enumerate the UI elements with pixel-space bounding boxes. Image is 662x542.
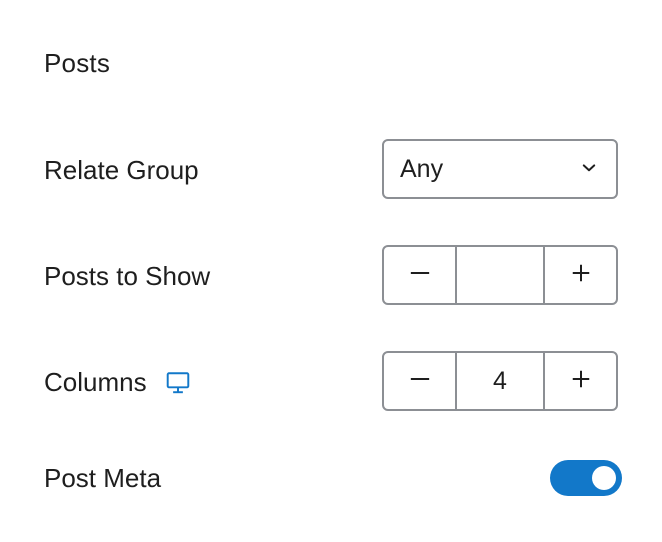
minus-icon [409, 368, 431, 395]
desktop-monitor-icon[interactable] [165, 370, 191, 396]
relate-group-label-text: Relate Group [44, 155, 199, 185]
chevron-down-icon [580, 155, 598, 184]
posts-to-show-label-text: Posts to Show [44, 261, 211, 291]
posts-to-show-increment-button[interactable] [545, 247, 616, 303]
relate-group-select[interactable]: Any [382, 139, 618, 199]
posts-to-show-input[interactable] [455, 247, 545, 303]
posts-to-show-label: Posts to Show [44, 261, 210, 292]
section-title: Posts [44, 48, 111, 78]
post-meta-label-text: Post Meta [44, 463, 162, 493]
plus-icon [570, 262, 592, 289]
minus-icon [409, 262, 431, 289]
post-meta-label: Post Meta [44, 463, 161, 494]
columns-stepper: 4 [382, 351, 618, 411]
posts-to-show-decrement-button[interactable] [384, 247, 455, 303]
columns-decrement-button[interactable] [384, 353, 455, 409]
columns-input[interactable]: 4 [455, 353, 545, 409]
columns-label-text: Columns [44, 367, 147, 397]
relate-group-label: Relate Group [44, 155, 199, 186]
plus-icon [570, 368, 592, 395]
relate-group-selected-value: Any [400, 154, 444, 183]
toggle-knob [592, 466, 616, 490]
posts-to-show-stepper [382, 245, 618, 305]
columns-increment-button[interactable] [545, 353, 616, 409]
post-meta-toggle[interactable] [550, 460, 622, 496]
columns-label: Columns [44, 367, 191, 398]
posts-settings-panel: Posts Relate Group Any Posts to Show Col… [0, 0, 662, 542]
